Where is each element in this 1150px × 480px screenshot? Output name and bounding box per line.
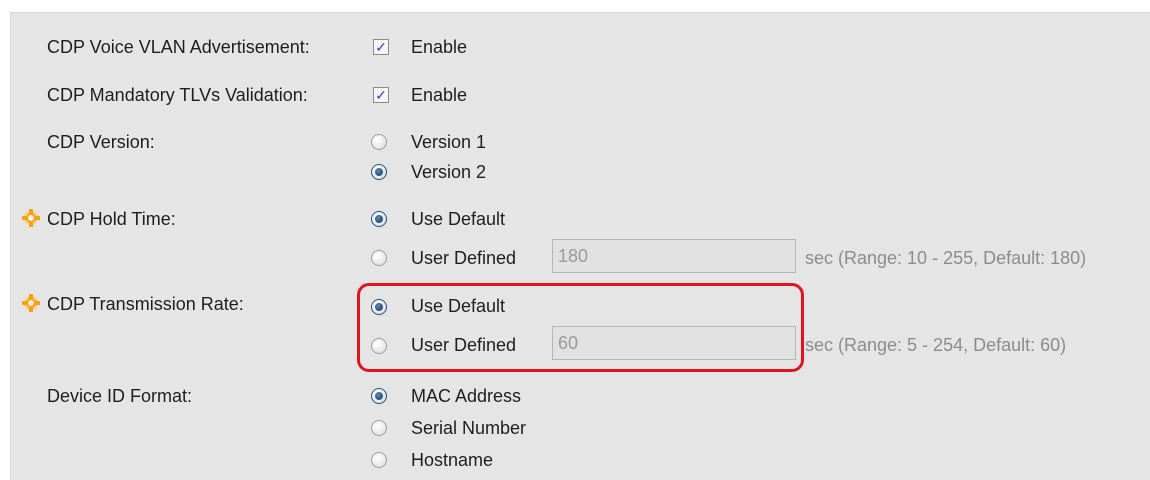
gear-icon (22, 209, 40, 227)
cdp-voice-vlan-checkbox[interactable]: ✓ (373, 39, 389, 55)
hold-time-use-default-radio[interactable] (371, 211, 387, 227)
cdp-version-2-radio[interactable] (371, 164, 387, 180)
device-id-format-label: Device ID Format: (47, 386, 193, 406)
cdp-tlv-validation-enable-label: Enable (411, 85, 468, 105)
checkmark-icon: ✓ (375, 39, 387, 55)
device-id-mac-address-label: MAC Address (411, 386, 522, 406)
device-id-serial-number-label: Serial Number (411, 418, 527, 438)
hold-time-use-default-label: Use Default (411, 209, 506, 229)
cdp-version-1-label: Version 1 (411, 132, 487, 152)
hold-time-user-defined-label: User Defined (411, 248, 517, 268)
hold-time-user-defined-radio[interactable] (371, 250, 387, 266)
cdp-version-1-radio[interactable] (371, 134, 387, 150)
device-id-serial-number-radio[interactable] (371, 420, 387, 436)
cdp-hold-time-label: CDP Hold Time: (47, 209, 176, 229)
transmission-rate-range-hint: sec (Range: 5 - 254, Default: 60) (805, 335, 1067, 355)
cdp-transmission-rate-label: CDP Transmission Rate: (47, 294, 244, 314)
cdp-voice-vlan-label: CDP Voice VLAN Advertisement: (47, 37, 310, 57)
transmission-rate-highlight (357, 283, 804, 372)
cdp-tlv-validation-checkbox[interactable]: ✓ (373, 87, 389, 103)
device-id-mac-address-radio[interactable] (371, 388, 387, 404)
device-id-hostname-label: Hostname (411, 450, 494, 470)
gear-icon (22, 294, 40, 312)
device-id-hostname-radio[interactable] (371, 452, 387, 468)
cdp-version-2-label: Version 2 (411, 162, 487, 182)
hold-time-range-hint: sec (Range: 10 - 255, Default: 180) (805, 248, 1087, 268)
cdp-version-label: CDP Version: (47, 132, 155, 152)
cdp-tlv-validation-label: CDP Mandatory TLVs Validation: (47, 85, 308, 105)
hold-time-input[interactable]: 180 (552, 239, 796, 273)
checkmark-icon: ✓ (375, 87, 387, 103)
cdp-voice-vlan-enable-label: Enable (411, 37, 468, 57)
